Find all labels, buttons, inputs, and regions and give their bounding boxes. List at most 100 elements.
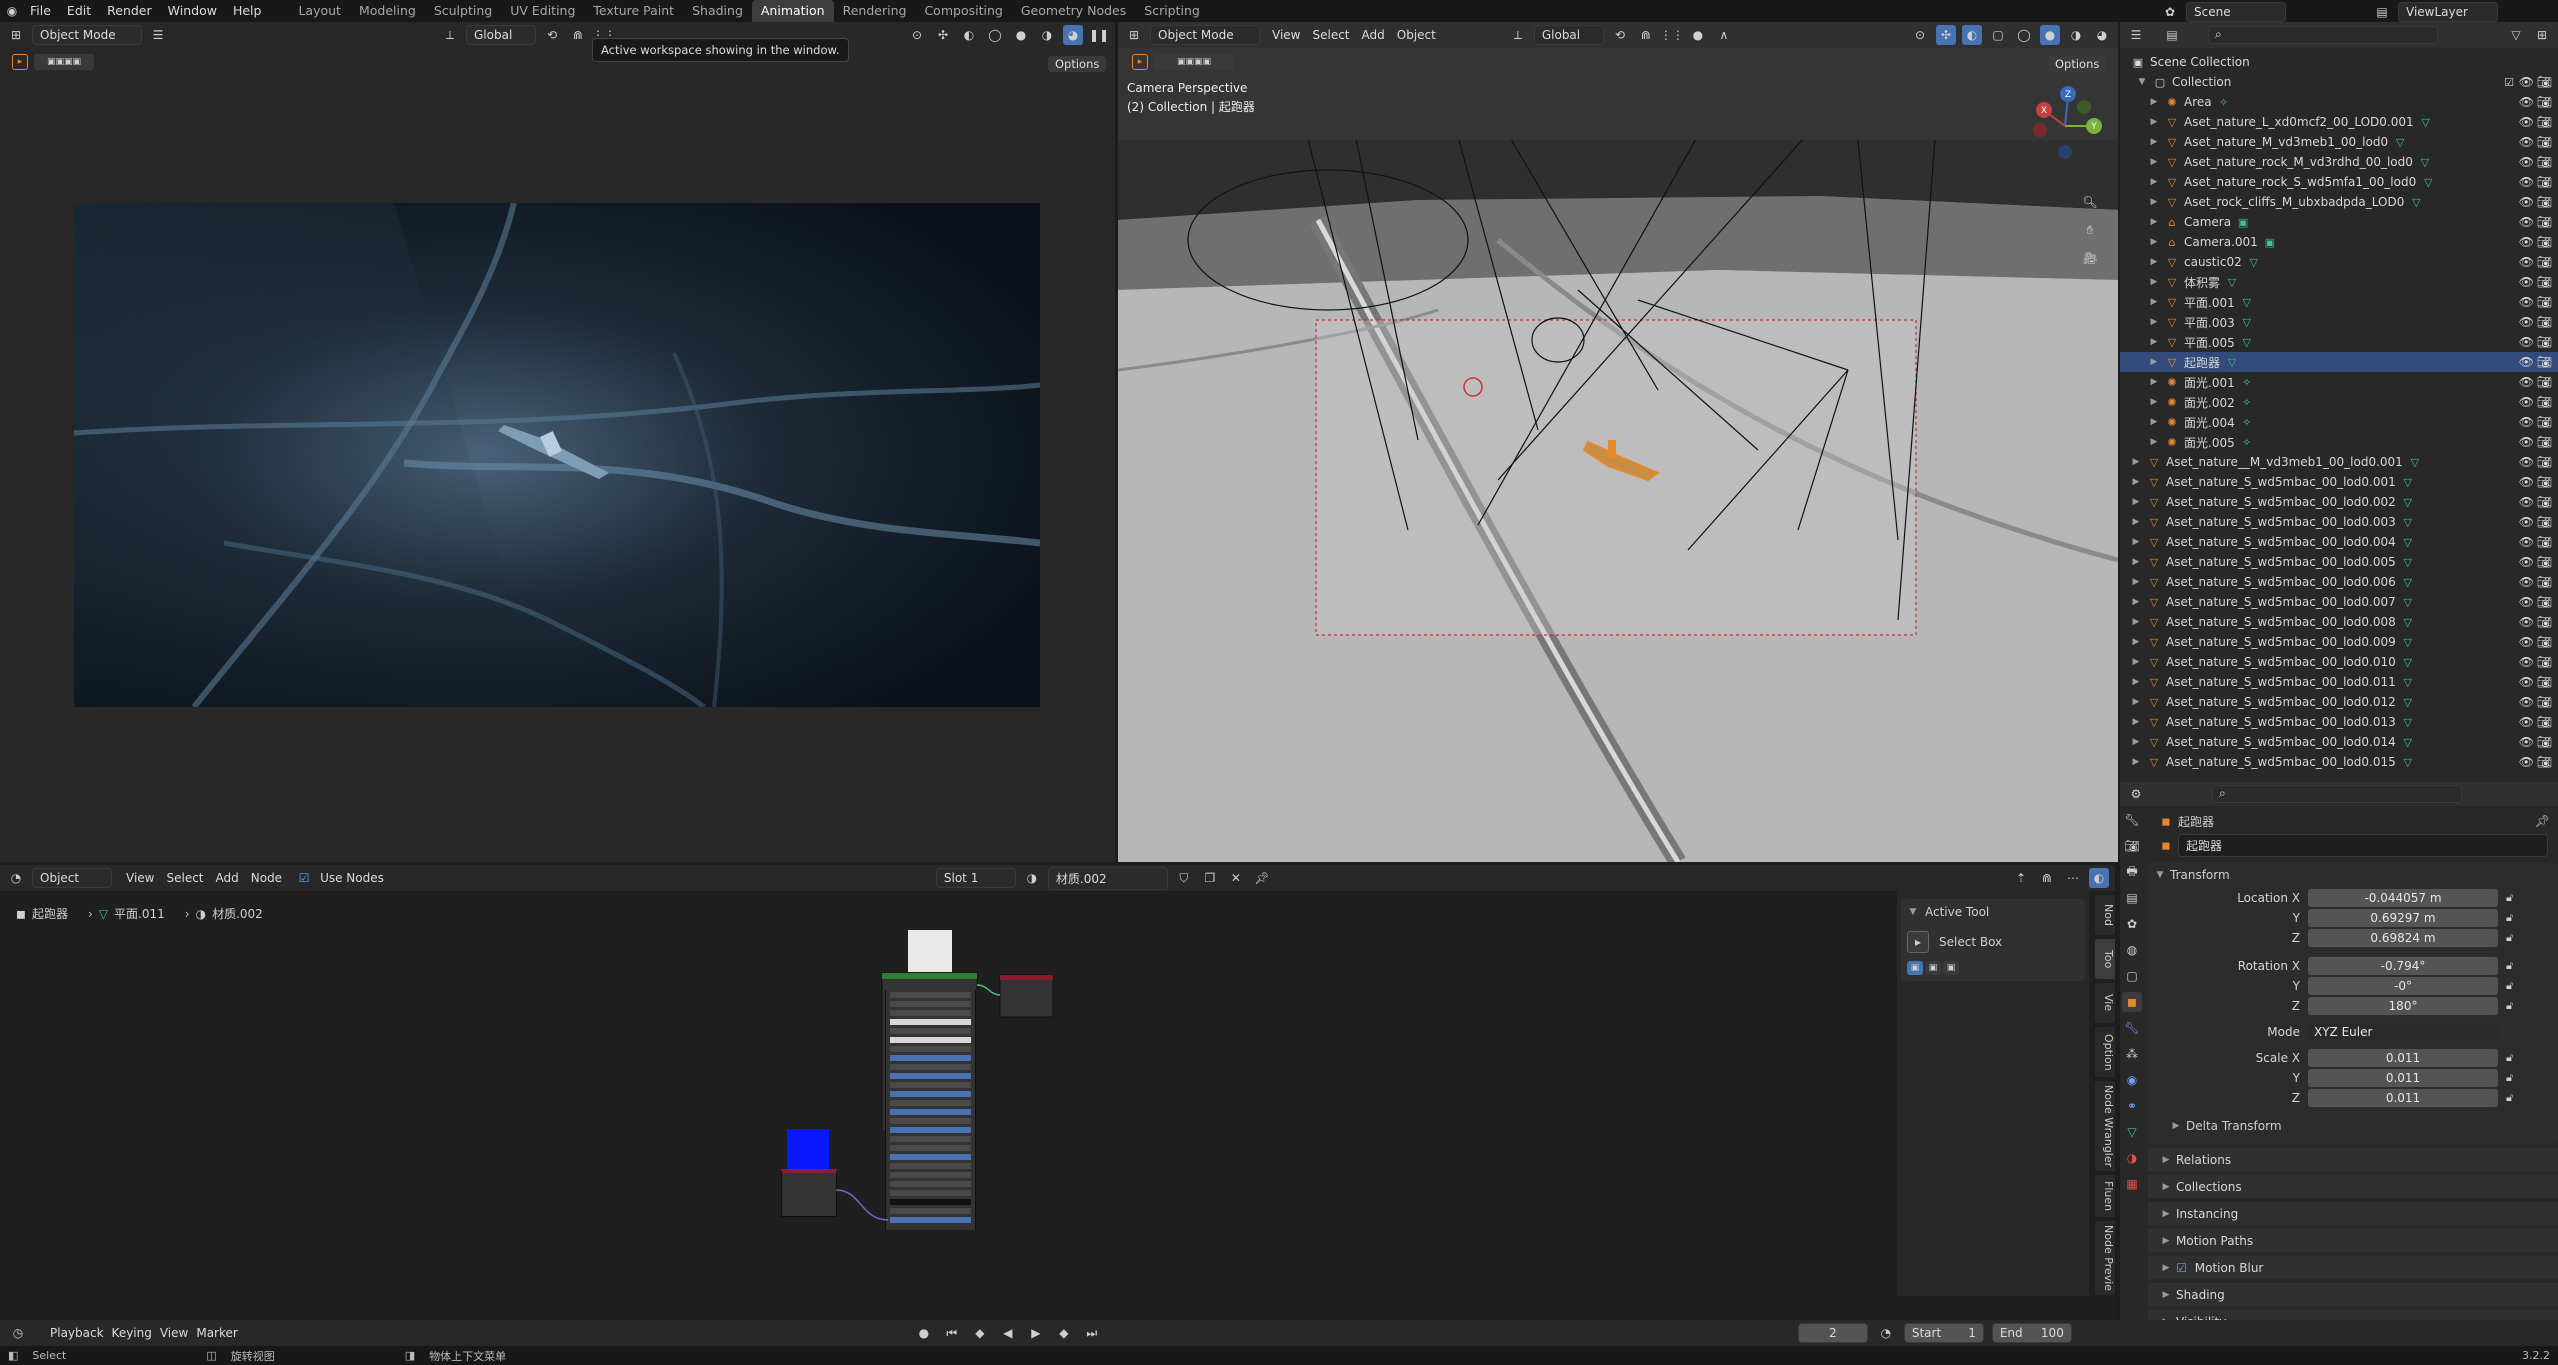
eye-icon[interactable]: 👁︎: [2519, 615, 2534, 629]
render-icon[interactable]: 📷︎: [2537, 355, 2552, 369]
end-frame-field[interactable]: End 100: [1991, 1323, 2072, 1343]
outliner-item[interactable]: ▶ ▽ Aset_nature_S_wd5mbac_00_lod0.002 ▽ 👁︎ 📷︎: [2120, 492, 2558, 512]
expand-toggle[interactable]: ▶: [2130, 537, 2142, 547]
mesh-data-icon[interactable]: ▽: [2240, 335, 2254, 349]
left-viewport[interactable]: ⊞ Object Mode ☰ ⟂ Global ⟲ ⋒ ⋮⋮ ⊙ ✣ ◐ ◯ …: [0, 22, 1115, 862]
mesh-data-icon[interactable]: ▽: [2401, 475, 2415, 489]
location-x-field[interactable]: -0.044057 m: [2308, 889, 2498, 907]
section-collections[interactable]: ▶ Collections: [2148, 1175, 2558, 1199]
expand-toggle[interactable]: ▶: [2148, 97, 2160, 107]
expand-toggle[interactable]: ▶: [2148, 197, 2160, 207]
extend-select-icon[interactable]: ▣: [1925, 961, 1941, 975]
eye-icon[interactable]: 👁︎: [2519, 155, 2534, 169]
eye-icon[interactable]: 👁︎: [2519, 375, 2534, 389]
eye-icon[interactable]: 👁︎: [2519, 595, 2534, 609]
expand-toggle[interactable]: ▶: [2130, 577, 2142, 587]
light-data-icon[interactable]: ✧: [2240, 375, 2254, 389]
mesh-data-icon[interactable]: ▽: [2225, 355, 2239, 369]
rendered-shading-icon[interactable]: ◕: [1063, 25, 1083, 45]
outliner-item[interactable]: ▶ ▽ Aset_nature_rock_S_wd5mfa1_00_lod0 ▽ 👁︎ 📷…: [2120, 172, 2558, 192]
render-icon[interactable]: 📷︎: [2537, 655, 2552, 669]
section-shading[interactable]: ▶ Shading: [2148, 1283, 2558, 1307]
expand-toggle[interactable]: ▶: [2148, 177, 2160, 187]
outliner-item[interactable]: ▶ ▽ Aset_nature__M_vd3meb1_00_lod0.001 ▽ 👁︎ 📷…: [2120, 452, 2558, 472]
solid-shading-icon[interactable]: ●: [2040, 25, 2060, 45]
outliner-item[interactable]: ▶ ⌂ Camera.001 ▣ 👁︎ 📷︎: [2120, 232, 2558, 252]
rotation-z-field[interactable]: 180°: [2308, 997, 2498, 1015]
expand-toggle[interactable]: ▼: [2154, 870, 2166, 880]
outliner-item[interactable]: ▶ ▽ Aset_nature_S_wd5mbac_00_lod0.013 ▽ 👁︎ 📷︎: [2120, 712, 2558, 732]
outliner-item[interactable]: ▶ ▽ 起跑器 ▽ 👁︎ 📷︎: [2120, 352, 2558, 372]
mesh-data-icon[interactable]: ▽: [2401, 755, 2415, 769]
render-icon[interactable]: 📷︎: [2537, 455, 2552, 469]
render-icon[interactable]: 📷︎: [2537, 295, 2552, 309]
expand-toggle[interactable]: ▶: [2130, 497, 2142, 507]
eye-icon[interactable]: 👁︎: [2519, 675, 2534, 689]
outliner-search[interactable]: ⌕: [2208, 26, 2438, 44]
outliner-item[interactable]: ▶ ▽ Aset_nature_S_wd5mbac_00_lod0.007 ▽ 👁︎ 📷︎: [2120, 592, 2558, 612]
lock-icon[interactable]: 🔓︎: [2506, 1091, 2513, 1105]
expand-toggle[interactable]: ▶: [2148, 157, 2160, 167]
tab-option[interactable]: Option: [2095, 1027, 2115, 1077]
lock-icon[interactable]: 🔓︎: [2506, 891, 2513, 905]
eye-icon[interactable]: 👁︎: [2519, 215, 2534, 229]
backdrop-icon[interactable]: ◐: [2089, 868, 2109, 888]
orientation-dropdown[interactable]: Global: [466, 25, 536, 45]
start-frame-field[interactable]: Start 1: [1903, 1323, 1984, 1343]
eye-icon[interactable]: 👁︎: [2519, 275, 2534, 289]
mesh-data-icon[interactable]: ▽: [2225, 275, 2239, 289]
active-tool-header[interactable]: ▼ Active Tool: [1907, 905, 2079, 919]
render-icon[interactable]: 📷︎: [2537, 635, 2552, 649]
render-icon[interactable]: 📷︎: [2537, 495, 2552, 509]
subtract-select-icon[interactable]: ▣: [1943, 961, 1959, 975]
expand-toggle[interactable]: ▶: [2130, 657, 2142, 667]
outliner-item[interactable]: ▶ ▽ 平面.001 ▽ 👁︎ 📷︎: [2120, 292, 2558, 312]
clock-icon[interactable]: ◔: [1876, 1323, 1896, 1343]
expand-toggle[interactable]: ▶: [2148, 257, 2160, 267]
expand-toggle[interactable]: ▼: [2136, 77, 2148, 87]
camera-view-icon[interactable]: 🎥︎: [2080, 248, 2100, 268]
expand-toggle[interactable]: ▶: [2130, 677, 2142, 687]
select-box-icon[interactable]: ▸: [12, 54, 28, 70]
snap-icon[interactable]: ⟲: [542, 25, 562, 45]
eye-icon[interactable]: 👁︎: [2519, 515, 2534, 529]
editor-type-icon[interactable]: ⊞: [6, 25, 26, 45]
menu-view[interactable]: View: [160, 1326, 188, 1340]
display-mode-icon[interactable]: ▤: [2162, 25, 2182, 45]
overlay-icon[interactable]: ⋯: [2063, 868, 2083, 888]
menu-node[interactable]: Node: [251, 871, 282, 885]
expand-toggle[interactable]: ▶: [2148, 397, 2160, 407]
expand-toggle[interactable]: ▶: [2148, 137, 2160, 147]
xray-icon[interactable]: ▢: [1988, 25, 2008, 45]
prev-key-icon[interactable]: ◆: [970, 1323, 990, 1343]
visibility-icon[interactable]: ⊙: [907, 25, 927, 45]
eye-icon[interactable]: 👁︎: [2519, 175, 2534, 189]
mesh-data-icon[interactable]: ▽: [2240, 295, 2254, 309]
eye-icon[interactable]: 👁︎: [2519, 315, 2534, 329]
render-icon[interactable]: 📷︎: [2537, 95, 2552, 109]
eye-icon[interactable]: 👁︎: [2519, 75, 2534, 89]
outliner-item[interactable]: ▶ ✺ Area ✧ 👁︎ 📷︎: [2120, 92, 2558, 112]
render-icon[interactable]: 📷︎: [2537, 735, 2552, 749]
expand-toggle[interactable]: ▶: [2148, 297, 2160, 307]
render-icon[interactable]: 📷︎: [2537, 595, 2552, 609]
tab-sculpting[interactable]: Sculpting: [425, 0, 501, 22]
editor-type-icon[interactable]: ⚙: [2126, 784, 2146, 804]
eye-icon[interactable]: 👁︎: [2519, 475, 2534, 489]
scale-z-field[interactable]: 0.011: [2308, 1089, 2498, 1107]
set-select-icon[interactable]: ▣: [1907, 961, 1923, 975]
tab-animation[interactable]: Animation: [751, 0, 834, 22]
duplicate-icon[interactable]: ❐: [1200, 868, 1220, 888]
mesh-data-icon[interactable]: ▽: [2401, 555, 2415, 569]
mesh-data-icon[interactable]: ▽: [2240, 315, 2254, 329]
jump-start-icon[interactable]: ⏮: [942, 1323, 962, 1343]
scale-x-field[interactable]: 0.011: [2308, 1049, 2498, 1067]
light-data-icon[interactable]: ✧: [2240, 435, 2254, 449]
outliner-item[interactable]: ▶ ▽ Aset_nature_S_wd5mbac_00_lod0.004 ▽ 👁︎ 📷︎: [2120, 532, 2558, 552]
render-icon[interactable]: 📷︎: [2537, 435, 2552, 449]
menu-select[interactable]: Select: [1312, 28, 1349, 42]
mesh-data-icon[interactable]: ▽: [2409, 195, 2423, 209]
proportional-icon[interactable]: ●: [1688, 25, 1708, 45]
zoom-icon[interactable]: 🔍︎: [2080, 192, 2100, 212]
mesh-data-icon[interactable]: ▽: [2401, 595, 2415, 609]
